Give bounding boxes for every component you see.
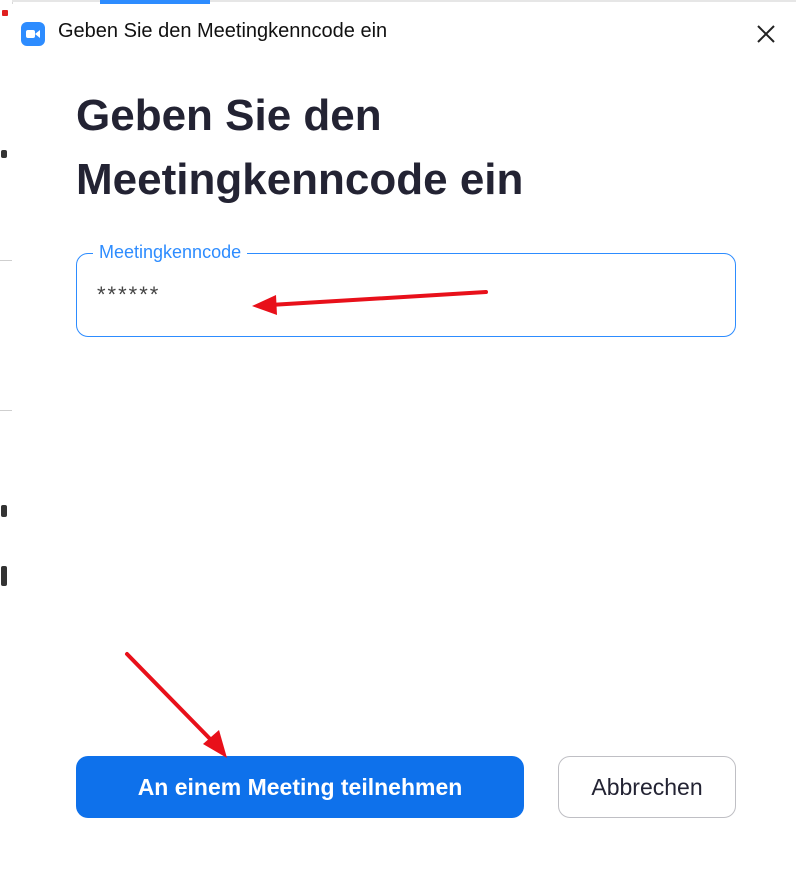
background-divider <box>0 260 12 261</box>
passcode-dialog: Geben Sie den Meetingkenncode ein Geben … <box>12 4 796 881</box>
background-text-fragment <box>1 150 7 158</box>
passcode-field[interactable]: Meetingkenncode <box>76 242 736 337</box>
cancel-button[interactable]: Abbrechen <box>558 756 736 818</box>
background-text-fragment <box>1 505 7 517</box>
close-icon <box>757 25 775 43</box>
background-text-fragment <box>1 566 7 586</box>
window-title: Geben Sie den Meetingkenncode ein <box>58 20 388 42</box>
close-button[interactable] <box>750 18 782 50</box>
passcode-field-label: Meetingkenncode <box>93 242 248 263</box>
title-bar: Geben Sie den Meetingkenncode ein <box>12 4 796 60</box>
join-meeting-button[interactable]: An einem Meeting teilnehmen <box>76 756 524 818</box>
background-red-mark <box>2 10 8 16</box>
dialog-heading: Geben Sie den Meetingkenncode ein <box>76 91 524 204</box>
background-divider <box>0 410 12 411</box>
zoom-camera-icon <box>21 22 45 46</box>
passcode-input[interactable] <box>97 280 697 310</box>
